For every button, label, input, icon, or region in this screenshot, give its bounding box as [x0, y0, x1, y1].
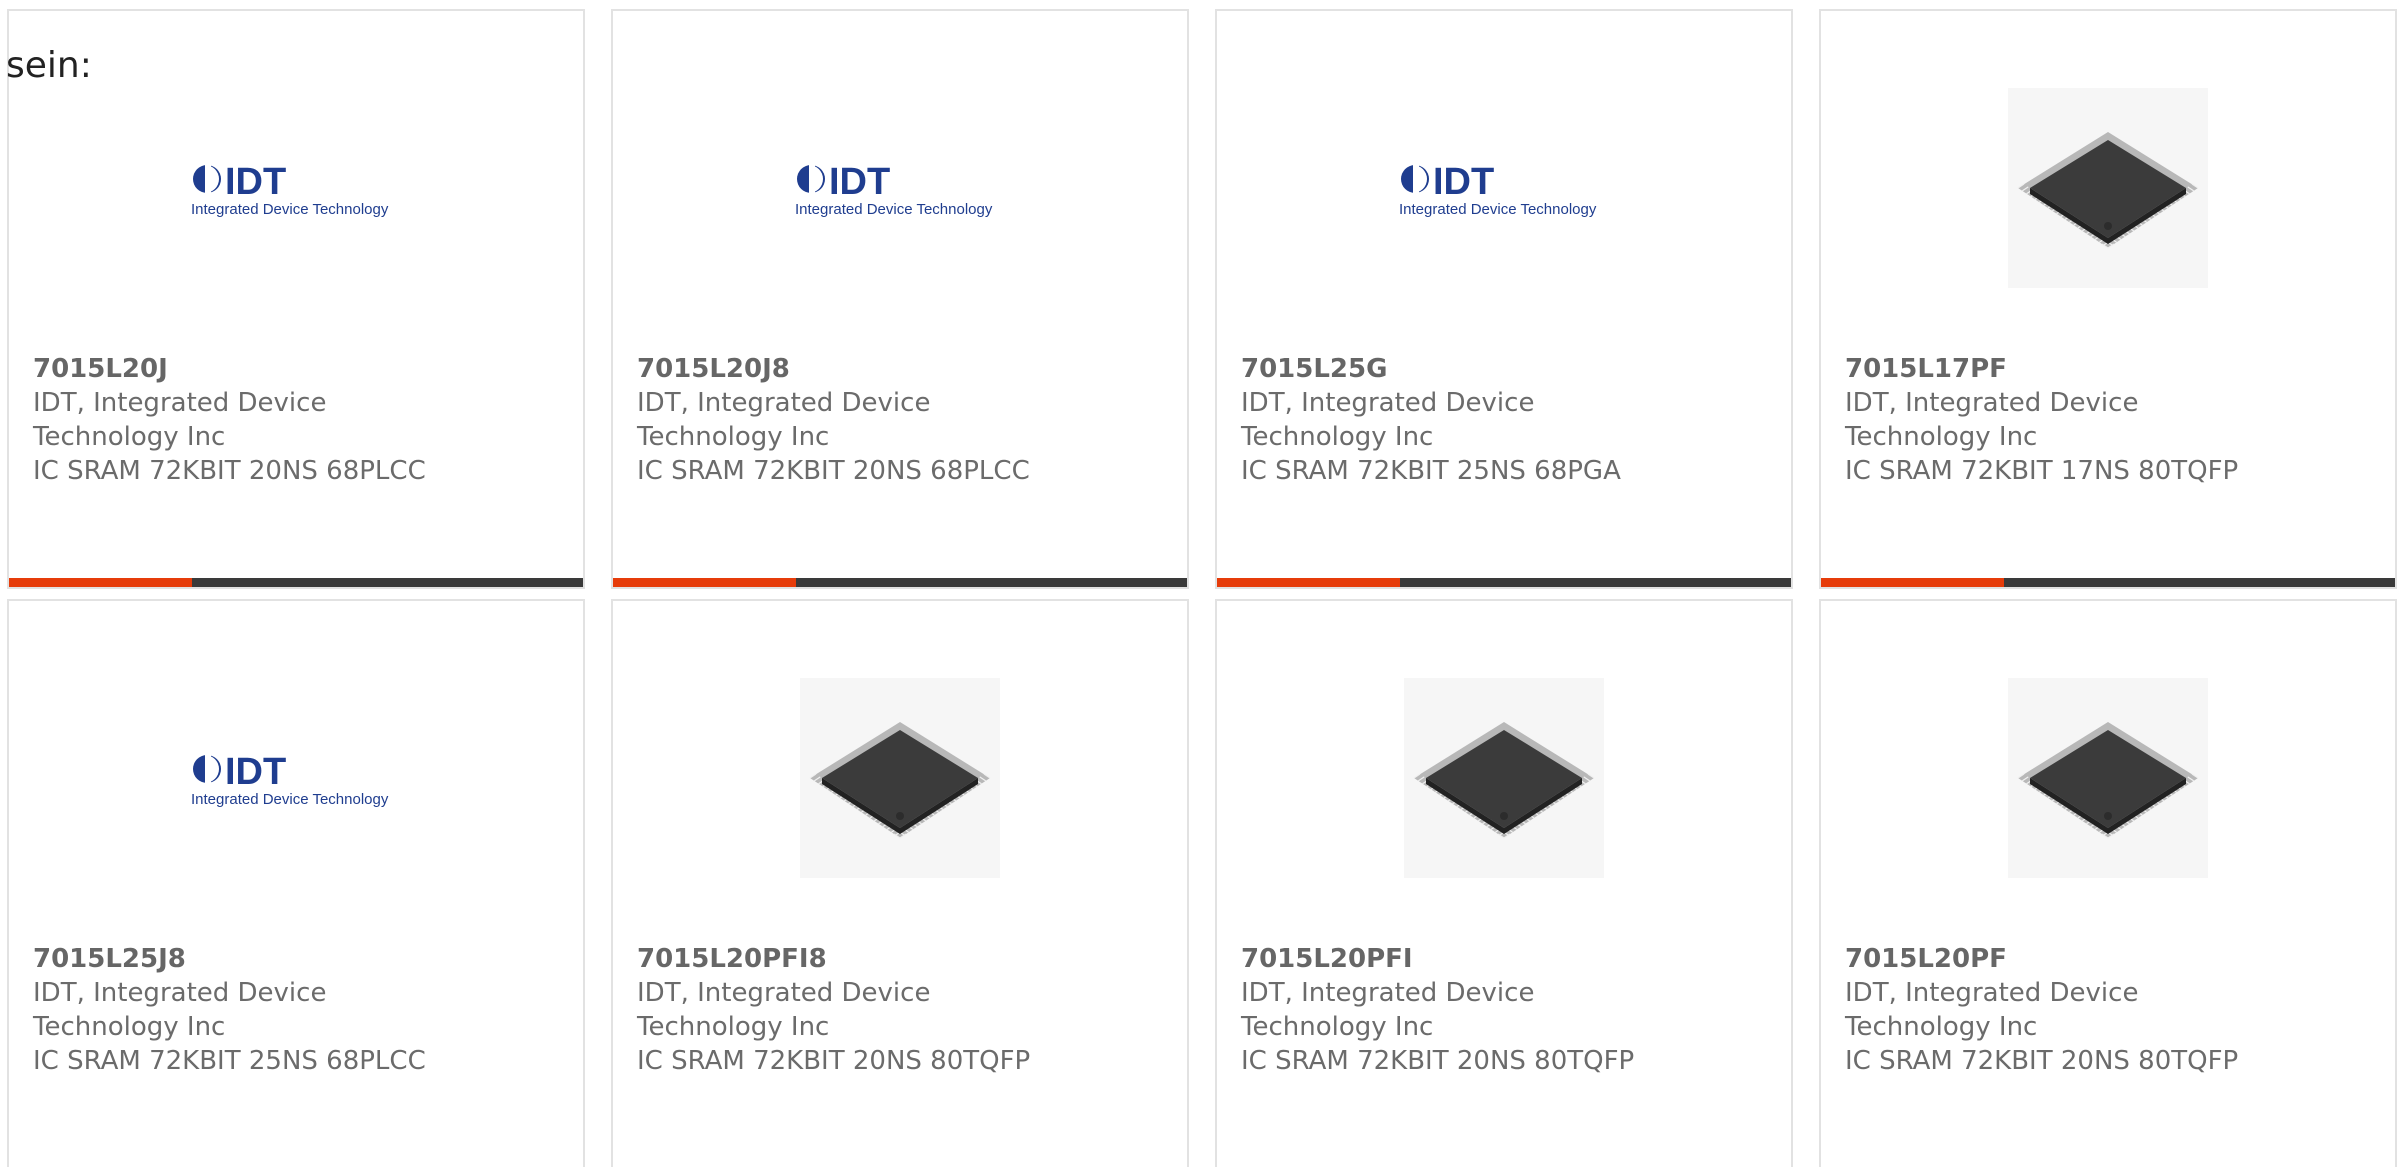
product-card[interactable]: IDT Integrated Device Technology 7015L20…: [7, 9, 585, 589]
part-number[interactable]: 7015L25G: [1241, 352, 1767, 386]
idt-logo: IDT Integrated Device Technology: [1399, 161, 1597, 218]
manufacturer-name: IDT, Integrated Device Technology Inc: [33, 388, 327, 452]
part-number[interactable]: 7015L20J: [33, 352, 559, 386]
product-description: IC SRAM 72KBIT 25NS 68PGA: [1241, 456, 1621, 486]
product-description: IC SRAM 72KBIT 20NS 80TQFP: [1845, 1046, 2239, 1076]
product-description: IC SRAM 72KBIT 20NS 68PLCC: [637, 456, 1030, 486]
manufacturer-name: IDT, Integrated Device Technology Inc: [1845, 388, 2139, 452]
chip-image: [1217, 663, 1791, 893]
chip-photo: [2008, 678, 2208, 878]
idt-logo-image: IDT Integrated Device Technology: [9, 73, 583, 303]
dark-segment: [796, 578, 1187, 587]
product-info: 7015L17PF IDT, Integrated Device Technolo…: [1845, 352, 2371, 488]
product-description: IC SRAM 72KBIT 17NS 80TQFP: [1845, 456, 2239, 486]
part-number[interactable]: 7015L20PFI8: [637, 942, 1163, 976]
logo-tagline-text: Integrated Device Technology: [191, 791, 389, 808]
product-info: 7015L20PFI8 IDT, Integrated Device Techno…: [637, 942, 1163, 1078]
logo-brand-text: IDT: [225, 161, 286, 203]
card-accent-bar: [1217, 578, 1791, 587]
chip-photo: [800, 678, 1000, 878]
product-card[interactable]: IDT Integrated Device Technology 7015L20…: [611, 9, 1189, 589]
product-card[interactable]: 7015L20PFI8 IDT, Integrated Device Techno…: [611, 599, 1189, 1167]
product-description: IC SRAM 72KBIT 20NS 68PLCC: [33, 456, 426, 486]
product-card[interactable]: 7015L17PF IDT, Integrated Device Technolo…: [1819, 9, 2397, 589]
manufacturer-name: IDT, Integrated Device Technology Inc: [33, 978, 327, 1042]
logo-tagline-text: Integrated Device Technology: [795, 201, 993, 218]
idt-logo: IDT Integrated Device Technology: [795, 161, 993, 218]
card-accent-bar: [1821, 578, 2395, 587]
product-description: IC SRAM 72KBIT 20NS 80TQFP: [1241, 1046, 1635, 1076]
product-description: IC SRAM 72KBIT 20NS 80TQFP: [637, 1046, 1031, 1076]
chip-image: [1821, 663, 2395, 893]
dark-segment: [1400, 578, 1791, 587]
chip-photo: [1404, 678, 1604, 878]
idt-logo: IDT Integrated Device Technology: [191, 161, 389, 218]
product-info: 7015L20PF IDT, Integrated Device Technolo…: [1845, 942, 2371, 1078]
qfp-chip-icon: [2017, 722, 2199, 839]
accent-segment: [613, 578, 796, 587]
product-info: 7015L20J8 IDT, Integrated Device Technolo…: [637, 352, 1163, 488]
product-grid: IDT Integrated Device Technology 7015L20…: [7, 9, 2400, 1167]
qfp-chip-icon: [1413, 722, 1595, 839]
qfp-chip-icon: [2017, 132, 2199, 249]
product-info: 7015L20J IDT, Integrated Device Technolog…: [33, 352, 559, 488]
qfp-chip-icon: [809, 722, 991, 839]
idt-logo-image: IDT Integrated Device Technology: [9, 663, 583, 893]
manufacturer-name: IDT, Integrated Device Technology Inc: [637, 388, 931, 452]
logo-brand-text: IDT: [225, 751, 286, 793]
product-info: 7015L25G IDT, Integrated Device Technolog…: [1241, 352, 1767, 488]
accent-segment: [9, 578, 192, 587]
product-card[interactable]: IDT Integrated Device Technology 7015L25…: [7, 599, 585, 1167]
product-info: 7015L20PFI IDT, Integrated Device Technol…: [1241, 942, 1767, 1078]
manufacturer-name: IDT, Integrated Device Technology Inc: [1845, 978, 2139, 1042]
logo-brand-text: IDT: [1433, 161, 1494, 203]
logo-tagline-text: Integrated Device Technology: [191, 201, 389, 218]
chip-photo: [2008, 88, 2208, 288]
manufacturer-name: IDT, Integrated Device Technology Inc: [1241, 978, 1535, 1042]
logo-brand-text: IDT: [829, 161, 890, 203]
dark-segment: [192, 578, 583, 587]
part-number[interactable]: 7015L20J8: [637, 352, 1163, 386]
card-accent-bar: [613, 578, 1187, 587]
product-description: IC SRAM 72KBIT 25NS 68PLCC: [33, 1046, 426, 1076]
product-card[interactable]: 7015L20PFI IDT, Integrated Device Technol…: [1215, 599, 1793, 1167]
accent-segment: [1821, 578, 2004, 587]
card-accent-bar: [9, 578, 583, 587]
part-number[interactable]: 7015L17PF: [1845, 352, 2371, 386]
chip-image: [613, 663, 1187, 893]
manufacturer-name: IDT, Integrated Device Technology Inc: [1241, 388, 1535, 452]
part-number[interactable]: 7015L20PF: [1845, 942, 2371, 976]
product-info: 7015L25J8 IDT, Integrated Device Technolo…: [33, 942, 559, 1078]
idt-logo-image: IDT Integrated Device Technology: [613, 73, 1187, 303]
logo-tagline-text: Integrated Device Technology: [1399, 201, 1597, 218]
part-number[interactable]: 7015L20PFI: [1241, 942, 1767, 976]
idt-logo-image: IDT Integrated Device Technology: [1217, 73, 1791, 303]
product-card[interactable]: IDT Integrated Device Technology 7015L25…: [1215, 9, 1793, 589]
idt-logo: IDT Integrated Device Technology: [191, 751, 389, 808]
product-card[interactable]: 7015L20PF IDT, Integrated Device Technolo…: [1819, 599, 2397, 1167]
dark-segment: [2004, 578, 2395, 587]
intro-text: sein:: [6, 45, 92, 86]
manufacturer-name: IDT, Integrated Device Technology Inc: [637, 978, 931, 1042]
part-number[interactable]: 7015L25J8: [33, 942, 559, 976]
page: sein: IDT Integrated Device Technology 7…: [0, 0, 2400, 1167]
chip-image: [1821, 73, 2395, 303]
accent-segment: [1217, 578, 1400, 587]
